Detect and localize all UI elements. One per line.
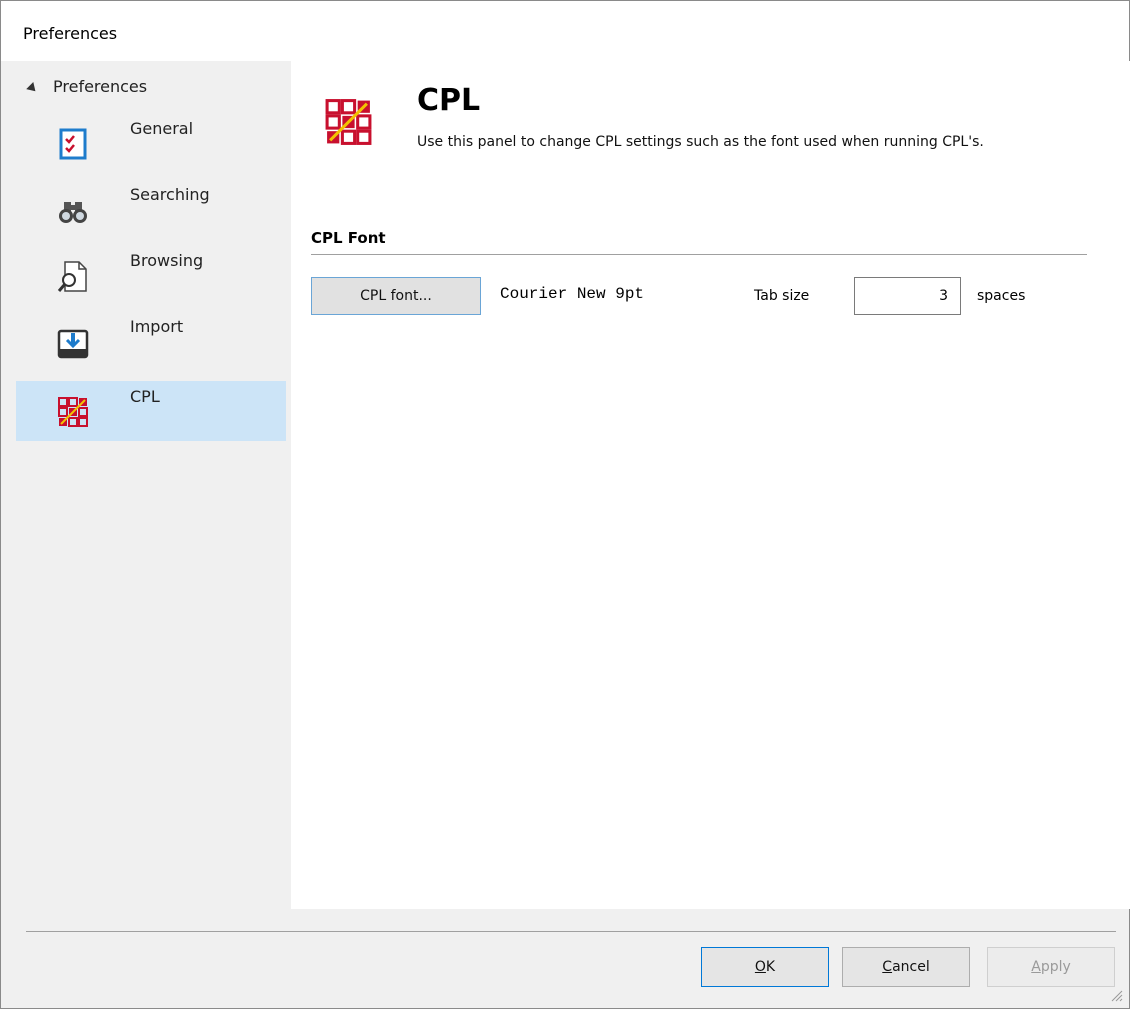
checklist-icon xyxy=(59,128,87,160)
import-tray-icon xyxy=(57,329,89,359)
sidebar: Preferences General Searching Browsing I… xyxy=(9,61,291,909)
tree-root-label: Preferences xyxy=(53,77,148,96)
document-magnifier-icon xyxy=(57,261,87,292)
tab-size-unit: spaces xyxy=(977,288,1026,304)
ok-mnemonic: O xyxy=(754,959,766,975)
binoculars-icon xyxy=(59,202,87,223)
apply-button[interactable]: Apply xyxy=(987,947,1115,987)
sidebar-item-searching[interactable]: Searching xyxy=(16,179,286,239)
tree-root-preferences[interactable]: Preferences xyxy=(26,77,148,96)
sidebar-item-label: Import xyxy=(130,317,184,336)
section-title: CPL Font xyxy=(311,229,386,247)
sidebar-item-general[interactable]: General xyxy=(16,113,286,173)
resize-grip-icon[interactable] xyxy=(1109,988,1123,1002)
ok-label: K xyxy=(765,959,776,975)
font-value: Courier New 9pt xyxy=(500,285,645,303)
ok-button[interactable]: OK xyxy=(701,947,829,987)
sidebar-item-label: Searching xyxy=(130,185,210,204)
settings-panel: CPL Use this panel to change CPL setting… xyxy=(291,61,1130,909)
expand-arrow-icon[interactable] xyxy=(26,81,39,95)
title-bar: Preferences xyxy=(1,1,1129,61)
cancel-label: ancel xyxy=(892,959,930,975)
page-title: CPL xyxy=(417,83,481,118)
cpl-header-icon xyxy=(325,99,372,145)
sidebar-item-import[interactable]: Import xyxy=(16,311,286,371)
tab-size-input[interactable] xyxy=(854,277,961,315)
preferences-window: Preferences Preferences General Searchin… xyxy=(0,0,1130,1009)
cancel-button[interactable]: Cancel xyxy=(842,947,970,987)
apply-label: pply xyxy=(1040,959,1071,975)
cpl-grid-icon xyxy=(58,397,88,427)
sidebar-item-label: Browsing xyxy=(130,251,204,270)
apply-mnemonic: A xyxy=(1031,959,1041,975)
cancel-mnemonic: C xyxy=(882,959,893,975)
section-divider xyxy=(311,254,1087,255)
tab-size-label: Tab size xyxy=(754,288,810,304)
sidebar-item-label: General xyxy=(130,119,194,138)
sidebar-item-browsing[interactable]: Browsing xyxy=(16,245,286,305)
footer-divider xyxy=(26,931,1116,932)
sidebar-item-cpl[interactable]: CPL xyxy=(16,381,286,441)
sidebar-item-label: CPL xyxy=(130,387,160,406)
cpl-font-button[interactable]: CPL font... xyxy=(311,277,481,315)
page-description: Use this panel to change CPL settings su… xyxy=(417,134,984,150)
window-title: Preferences xyxy=(23,24,118,43)
